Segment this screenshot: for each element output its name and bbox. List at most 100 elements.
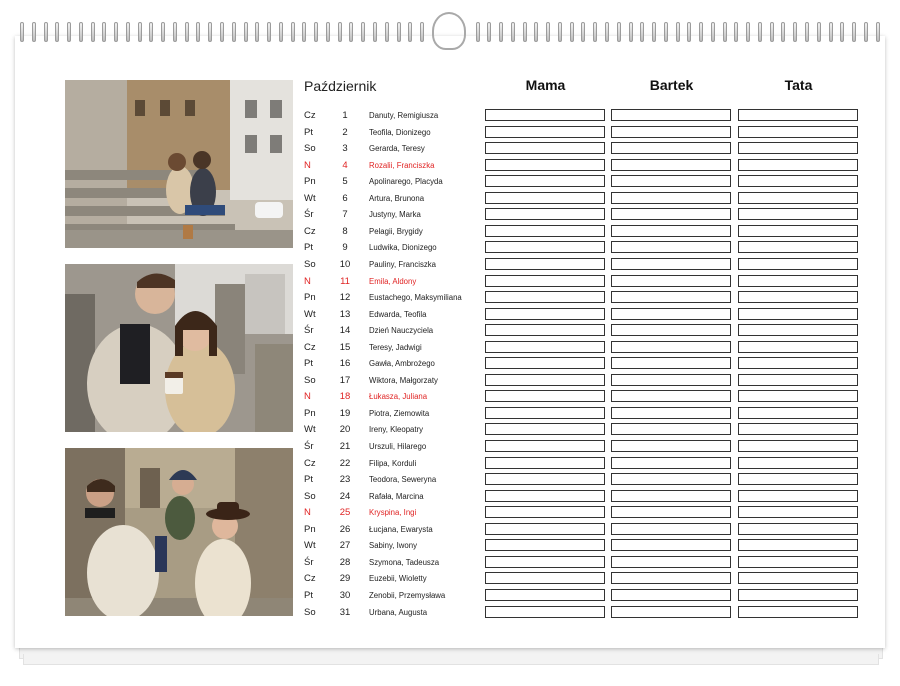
note-box-bartek[interactable]: [611, 274, 731, 287]
note-box-bartek[interactable]: [611, 406, 731, 419]
note-box-mama[interactable]: [485, 506, 605, 519]
note-box-tata[interactable]: [738, 440, 858, 452]
note-box-bartek[interactable]: [611, 489, 731, 502]
note-box-mama[interactable]: [485, 473, 605, 486]
note-box-bartek[interactable]: [611, 522, 731, 535]
note-box-tata[interactable]: [738, 539, 858, 552]
note-box-bartek[interactable]: [611, 208, 731, 221]
note-box-tata[interactable]: [738, 274, 858, 287]
note-box-mama[interactable]: [485, 440, 605, 452]
note-box-mama[interactable]: [485, 588, 605, 601]
note-box-bartek[interactable]: [611, 125, 731, 138]
note-box-mama[interactable]: [485, 324, 605, 337]
note-box-mama[interactable]: [485, 456, 605, 469]
note-box-mama[interactable]: [485, 257, 605, 270]
note-box-tata[interactable]: [738, 257, 858, 270]
note-box-tata[interactable]: [738, 605, 858, 618]
weekday-label: Cz: [304, 457, 316, 469]
note-box-bartek[interactable]: [611, 605, 731, 618]
note-box-bartek[interactable]: [611, 224, 731, 237]
note-box-mama[interactable]: [485, 191, 605, 204]
note-box-mama[interactable]: [485, 291, 605, 304]
note-box-bartek[interactable]: [611, 506, 731, 519]
note-box-bartek[interactable]: [611, 191, 731, 204]
note-box-tata[interactable]: [738, 473, 858, 486]
note-box-bartek[interactable]: [611, 307, 731, 320]
note-box-tata[interactable]: [738, 588, 858, 601]
note-box-mama[interactable]: [485, 307, 605, 320]
note-box-bartek[interactable]: [611, 539, 731, 552]
note-box-tata[interactable]: [738, 307, 858, 320]
page-stack-edge: [23, 654, 879, 665]
note-box-mama[interactable]: [485, 241, 605, 254]
note-box-mama[interactable]: [485, 522, 605, 535]
binding-ring: [593, 22, 598, 42]
note-box-tata[interactable]: [738, 406, 858, 419]
note-box-tata[interactable]: [738, 158, 858, 171]
note-box-mama[interactable]: [485, 224, 605, 237]
note-box-tata[interactable]: [738, 555, 858, 568]
note-box-bartek[interactable]: [611, 390, 731, 403]
note-box-tata[interactable]: [738, 506, 858, 519]
note-box-tata[interactable]: [738, 522, 858, 535]
note-box-bartek[interactable]: [611, 324, 731, 337]
note-box-bartek[interactable]: [611, 555, 731, 568]
day-row: Pt 23 Teodora, Seweryna: [304, 472, 864, 489]
note-box-mama[interactable]: [485, 489, 605, 502]
note-box-mama[interactable]: [485, 109, 605, 121]
note-box-bartek[interactable]: [611, 456, 731, 469]
note-box-tata[interactable]: [738, 390, 858, 403]
note-box-mama[interactable]: [485, 423, 605, 436]
note-box-bartek[interactable]: [611, 291, 731, 304]
note-box-mama[interactable]: [485, 357, 605, 370]
note-box-mama[interactable]: [485, 605, 605, 618]
note-box-mama[interactable]: [485, 340, 605, 353]
note-box-tata[interactable]: [738, 142, 858, 155]
note-box-tata[interactable]: [738, 340, 858, 353]
note-box-mama[interactable]: [485, 142, 605, 155]
note-box-tata[interactable]: [738, 208, 858, 221]
note-box-bartek[interactable]: [611, 340, 731, 353]
note-box-tata[interactable]: [738, 357, 858, 370]
note-box-tata[interactable]: [738, 572, 858, 585]
note-box-bartek[interactable]: [611, 423, 731, 436]
note-box-bartek[interactable]: [611, 142, 731, 155]
note-box-tata[interactable]: [738, 109, 858, 121]
note-box-mama[interactable]: [485, 274, 605, 287]
note-box-mama[interactable]: [485, 125, 605, 138]
note-box-tata[interactable]: [738, 291, 858, 304]
note-box-mama[interactable]: [485, 406, 605, 419]
note-box-mama[interactable]: [485, 158, 605, 171]
note-box-mama[interactable]: [485, 390, 605, 403]
note-box-mama[interactable]: [485, 572, 605, 585]
note-box-tata[interactable]: [738, 489, 858, 502]
note-box-tata[interactable]: [738, 324, 858, 337]
note-box-mama[interactable]: [485, 539, 605, 552]
note-box-bartek[interactable]: [611, 588, 731, 601]
note-box-tata[interactable]: [738, 125, 858, 138]
note-box-mama[interactable]: [485, 208, 605, 221]
note-box-tata[interactable]: [738, 224, 858, 237]
note-box-bartek[interactable]: [611, 473, 731, 486]
note-box-bartek[interactable]: [611, 572, 731, 585]
note-box-bartek[interactable]: [611, 357, 731, 370]
note-box-bartek[interactable]: [611, 257, 731, 270]
note-box-bartek[interactable]: [611, 109, 731, 121]
note-box-bartek[interactable]: [611, 175, 731, 188]
note-box-bartek[interactable]: [611, 241, 731, 254]
note-box-mama[interactable]: [485, 373, 605, 386]
note-box-bartek[interactable]: [611, 373, 731, 386]
note-box-tata[interactable]: [738, 373, 858, 386]
note-box-tata[interactable]: [738, 456, 858, 469]
weekday-label: So: [304, 258, 316, 270]
note-box-tata[interactable]: [738, 175, 858, 188]
note-box-tata[interactable]: [738, 241, 858, 254]
note-box-tata[interactable]: [738, 423, 858, 436]
note-box-tata[interactable]: [738, 191, 858, 204]
day-row: So 24 Rafała, Marcina: [304, 489, 864, 506]
note-box-mama[interactable]: [485, 555, 605, 568]
note-box-bartek[interactable]: [611, 158, 731, 171]
note-box-mama[interactable]: [485, 175, 605, 188]
note-box-bartek[interactable]: [611, 440, 731, 452]
day-number: 2: [342, 126, 348, 138]
